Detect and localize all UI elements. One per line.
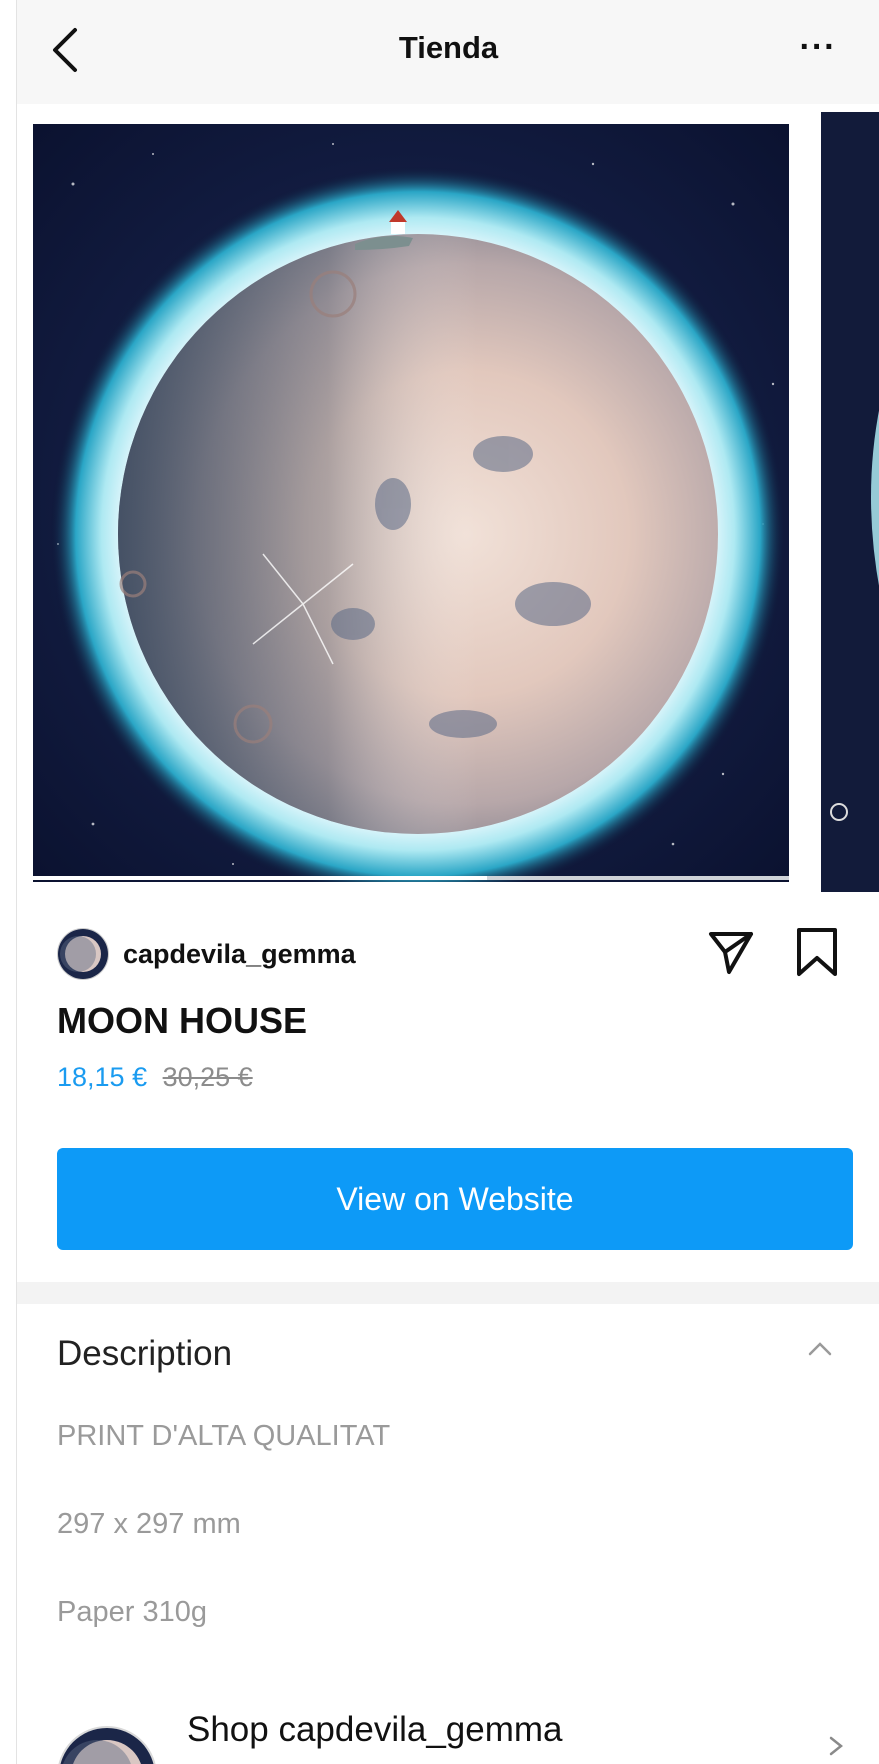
carousel-progress-bar xyxy=(33,876,789,880)
sale-price: 18,15 € xyxy=(57,1062,148,1092)
price-row: 18,15 € 30,25 € xyxy=(57,1062,253,1093)
seller-avatar[interactable] xyxy=(57,928,109,980)
shop-link-row[interactable]: Shop capdevila_gemma xyxy=(57,1710,857,1764)
avatar-image xyxy=(58,929,108,979)
seller-username[interactable]: capdevila_gemma xyxy=(123,939,356,970)
save-button[interactable] xyxy=(793,924,841,980)
shop-avatar xyxy=(57,1726,157,1764)
chevron-right-icon xyxy=(829,1736,844,1756)
device-frame-edge xyxy=(0,0,16,1764)
carousel-progress-fill xyxy=(33,876,487,880)
seller-row[interactable]: capdevila_gemma xyxy=(57,924,356,984)
product-title: MOON HOUSE xyxy=(57,1000,308,1041)
send-icon xyxy=(709,932,753,974)
top-nav-bar: Tienda ··· xyxy=(17,0,879,105)
description-line: PRINT D'ALTA QUALITAT xyxy=(57,1420,391,1452)
next-product-image[interactable] xyxy=(821,112,879,892)
view-on-website-button[interactable]: View on Website xyxy=(57,1148,853,1250)
more-options-button[interactable]: ··· xyxy=(788,22,848,72)
shop-product-screen: Tienda ··· capdevila_gemma MOON HOUSE 18… xyxy=(16,0,879,1764)
section-divider xyxy=(17,1282,879,1304)
page-title: Tienda xyxy=(398,30,499,65)
description-heading: Description xyxy=(57,1334,233,1373)
description-line: 297 x 297 mm xyxy=(57,1508,241,1540)
product-image[interactable] xyxy=(33,124,789,882)
product-image-carousel[interactable] xyxy=(17,104,879,904)
description-line: Paper 310g xyxy=(57,1596,207,1628)
moon-painting-image xyxy=(33,124,789,882)
bookmark-icon xyxy=(797,928,837,976)
chevron-up-icon xyxy=(808,1342,832,1356)
share-button[interactable] xyxy=(705,926,757,980)
avatar-image xyxy=(59,1728,155,1764)
more-horizontal-icon: ··· xyxy=(799,28,837,66)
collapse-description-button[interactable] xyxy=(800,1330,840,1370)
original-price: 30,25 € xyxy=(162,1062,253,1092)
shop-link-label[interactable]: Shop capdevila_gemma xyxy=(187,1710,563,1750)
moon-painting-preview-image xyxy=(821,112,879,892)
